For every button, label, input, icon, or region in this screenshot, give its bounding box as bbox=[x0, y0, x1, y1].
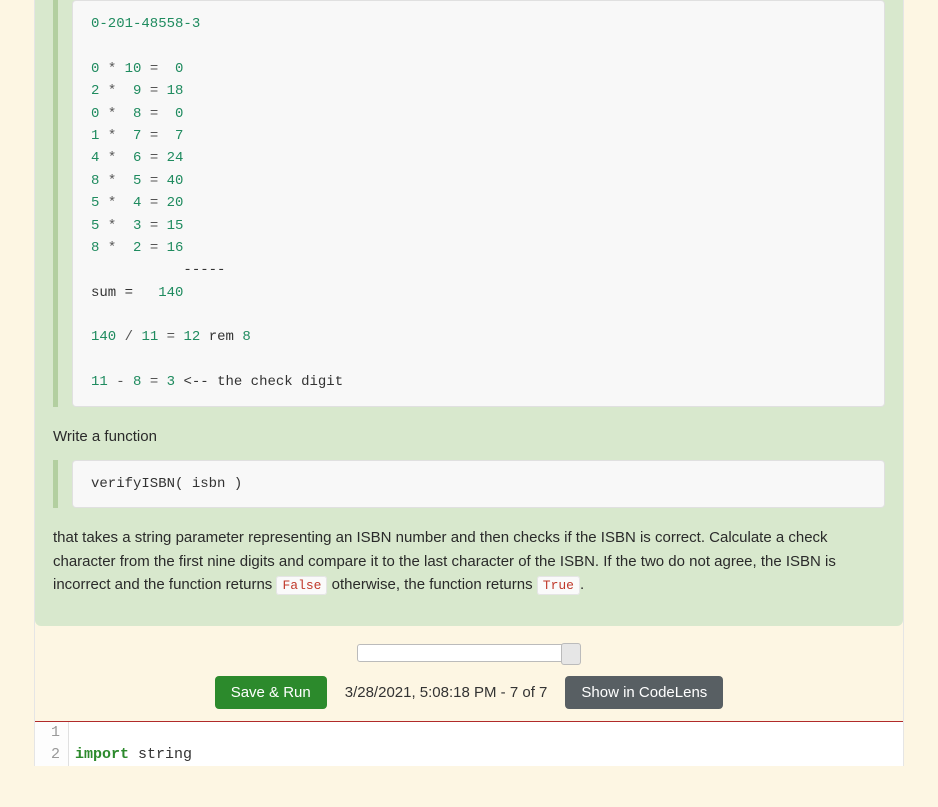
save-run-button[interactable]: Save & Run bbox=[215, 676, 327, 709]
show-codelens-button[interactable]: Show in CodeLens bbox=[565, 676, 723, 709]
inline-code-false: False bbox=[276, 576, 327, 595]
history-slider[interactable] bbox=[357, 644, 581, 662]
signature-blockquote: verifyISBN( isbn ) bbox=[53, 460, 885, 508]
code-content[interactable]: import string bbox=[69, 744, 192, 766]
isbn-example-code: 0-201-48558-3 0 * 10 = 0 2 * 9 = 18 0 * … bbox=[72, 0, 885, 407]
history-slider-thumb[interactable] bbox=[561, 643, 581, 665]
code-content[interactable] bbox=[69, 722, 75, 744]
history-slider-row bbox=[35, 640, 903, 670]
inline-code-true: True bbox=[537, 576, 580, 595]
exercise-block: 0-201-48558-3 0 * 10 = 0 2 * 9 = 18 0 * … bbox=[35, 0, 903, 626]
code-line[interactable]: 1 bbox=[35, 722, 903, 744]
example-blockquote: 0-201-48558-3 0 * 10 = 0 2 * 9 = 18 0 * … bbox=[53, 0, 885, 407]
line-number: 1 bbox=[35, 722, 69, 744]
editor-controls: Save & Run 3/28/2021, 5:08:18 PM - 7 of … bbox=[35, 670, 903, 713]
write-a-function-label: Write a function bbox=[53, 425, 885, 448]
code-editor[interactable]: 12import string bbox=[35, 722, 903, 766]
run-status: 3/28/2021, 5:08:18 PM - 7 of 7 bbox=[345, 684, 548, 701]
function-signature-code: verifyISBN( isbn ) bbox=[72, 460, 885, 508]
exercise-description: that takes a string parameter representi… bbox=[53, 526, 885, 596]
code-line[interactable]: 2import string bbox=[35, 744, 903, 766]
active-code-widget: Save & Run 3/28/2021, 5:08:18 PM - 7 of … bbox=[35, 640, 903, 766]
line-number: 2 bbox=[35, 744, 69, 766]
